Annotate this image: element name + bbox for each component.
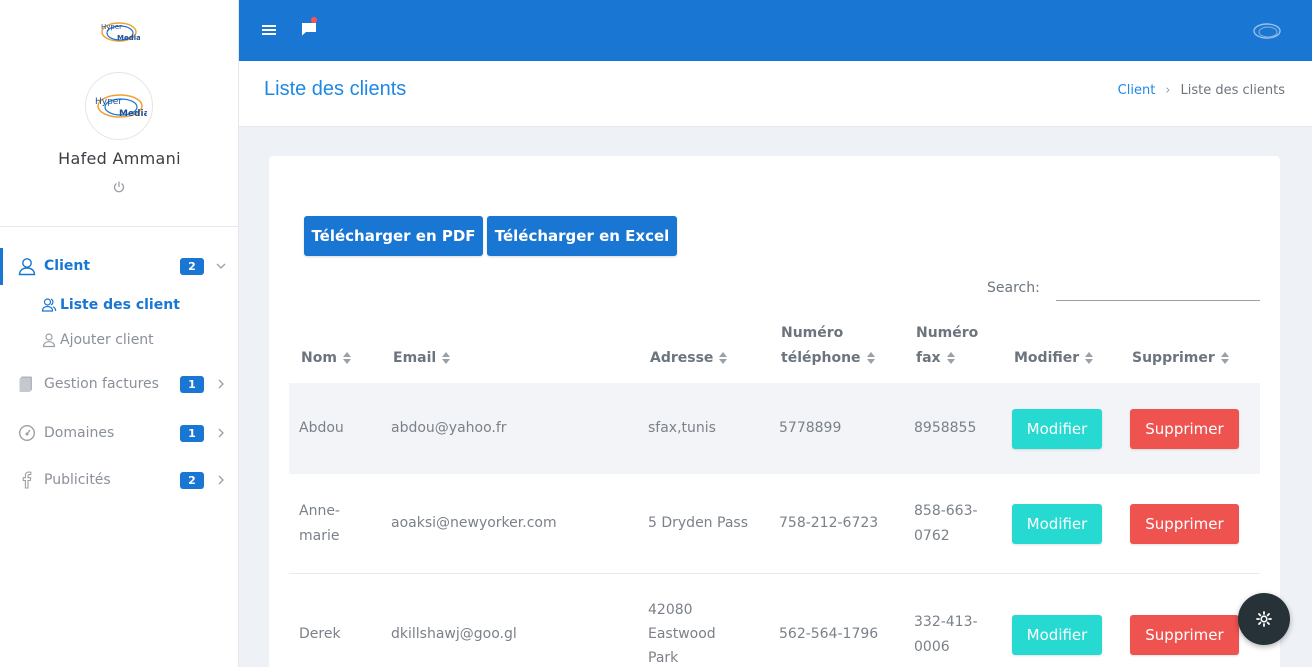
clients-card: Télécharger en PDF Télécharger en Excel … <box>269 156 1280 667</box>
sidebar-subitem-label: Liste des client <box>60 297 180 313</box>
column-header-fax[interactable]: Numéro fax <box>916 321 978 371</box>
count-badge: 2 <box>180 471 204 489</box>
top-navbar <box>239 0 1312 61</box>
sidebar-subitem-ajouter-client[interactable]: Ajouter client <box>41 330 154 350</box>
cell-email: abdou@yahoo.fr <box>391 420 507 436</box>
cell-email: dkillshawj@goo.gl <box>391 626 517 642</box>
supprimer-button[interactable]: Supprimer <box>1130 504 1239 544</box>
sort-icon <box>866 352 875 364</box>
profile-logo-icon[interactable] <box>1251 19 1283 43</box>
sidebar-subitem-label: Ajouter client <box>60 332 154 348</box>
sort-icon <box>719 352 728 364</box>
breadcrumb-current: Liste des clients <box>1180 83 1286 98</box>
gauge-icon <box>17 423 37 443</box>
cell-telephone: 562-564-1796 <box>779 626 879 642</box>
hypermedia-logo[interactable]: Hyper Media <box>98 16 140 48</box>
modifier-button[interactable]: Modifier <box>1012 504 1102 544</box>
supprimer-button[interactable]: Supprimer <box>1130 615 1239 655</box>
user-name: Hafed Ammani <box>58 149 181 168</box>
cell-nom: Anne-marie <box>299 503 340 544</box>
svg-text:Media: Media <box>119 109 147 119</box>
column-header-adresse[interactable]: Adresse <box>650 346 728 371</box>
sort-icon <box>442 352 451 364</box>
notification-dot <box>311 17 317 23</box>
sort-icon <box>342 352 351 364</box>
column-header-telephone[interactable]: Numéro téléphone <box>781 321 875 371</box>
cell-nom: Abdou <box>299 420 344 436</box>
cell-fax: 858-663- 0762 <box>914 503 978 544</box>
cell-adresse: 42080 Eastwood Park <box>648 602 716 666</box>
column-header-email[interactable]: Email <box>393 346 451 371</box>
column-header-modifier[interactable]: Modifier <box>1014 346 1094 371</box>
svg-text:Hyper: Hyper <box>101 23 122 31</box>
search-input[interactable] <box>1056 276 1260 301</box>
facebook-icon <box>17 470 37 490</box>
sort-icon <box>1220 352 1229 364</box>
sort-icon <box>1085 352 1094 364</box>
cell-email: aoaksi@newyorker.com <box>391 515 557 531</box>
modifier-button[interactable]: Modifier <box>1012 615 1102 655</box>
breadcrumb: Client › Liste des clients <box>1118 83 1285 98</box>
file-icon <box>17 374 37 394</box>
table-row <box>289 574 1260 667</box>
cell-nom: Derek <box>299 626 341 642</box>
count-badge: 1 <box>180 375 204 393</box>
svg-text:Media: Media <box>117 34 140 42</box>
cell-adresse: 5 Dryden Pass <box>648 515 748 531</box>
sidebar-item-label: Publicités <box>44 472 111 488</box>
svg-text:Hyper: Hyper <box>95 97 122 107</box>
chevron-right-icon: › <box>1165 83 1171 98</box>
power-icon[interactable] <box>112 180 126 194</box>
gear-icon <box>1256 611 1272 627</box>
user-icon <box>42 333 56 348</box>
breadcrumb-link-client[interactable]: Client <box>1118 83 1156 98</box>
sidebar-divider <box>0 226 239 227</box>
avatar[interactable]: Hyper Media <box>85 72 153 140</box>
sidebar-item-domaines[interactable]: Domaines 1 <box>0 416 239 450</box>
sidebar-subitem-liste-des-client[interactable]: Liste des client <box>41 295 180 315</box>
column-header-nom[interactable]: Nom <box>301 346 351 371</box>
sidebar-item-label: Gestion factures <box>44 376 159 392</box>
count-badge: 2 <box>180 257 204 275</box>
export-pdf-button[interactable]: Télécharger en PDF <box>304 216 483 256</box>
cell-telephone: 758-212-6723 <box>779 515 879 531</box>
user-icon <box>17 256 37 276</box>
settings-button[interactable] <box>1238 593 1290 645</box>
cell-fax: 332-413- 0006 <box>914 614 978 655</box>
chevron-right-icon <box>218 379 224 389</box>
export-excel-button[interactable]: Télécharger en Excel <box>487 216 677 256</box>
users-icon <box>41 298 57 312</box>
column-header-supprimer[interactable]: Supprimer <box>1132 346 1229 371</box>
sidebar: Hyper Media Hyper Media Hafed Ammani Cli… <box>0 0 239 667</box>
chevron-right-icon <box>218 475 224 485</box>
page-header: Liste des clients Client › Liste des cli… <box>239 61 1312 127</box>
modifier-button[interactable]: Modifier <box>1012 409 1102 449</box>
hamburger-menu-icon[interactable] <box>261 22 277 38</box>
page-title: Liste des clients <box>264 78 407 100</box>
sort-icon <box>946 352 955 364</box>
sidebar-item-label: Domaines <box>44 425 115 441</box>
sidebar-item-gestion-factures[interactable]: Gestion factures 1 <box>0 367 239 401</box>
sidebar-item-publicites[interactable]: Publicités 2 <box>0 463 239 497</box>
chevron-right-icon <box>218 428 224 438</box>
count-badge: 1 <box>180 424 204 442</box>
search-label: Search: <box>987 280 1040 296</box>
cell-adresse: sfax,tunis <box>648 420 716 436</box>
cell-telephone: 5778899 <box>779 420 842 436</box>
chevron-down-icon <box>216 263 226 269</box>
sidebar-item-client[interactable]: Client 2 <box>0 249 239 283</box>
supprimer-button[interactable]: Supprimer <box>1130 409 1239 449</box>
sidebar-item-label: Client <box>44 258 91 274</box>
cell-fax: 8958855 <box>914 420 977 436</box>
